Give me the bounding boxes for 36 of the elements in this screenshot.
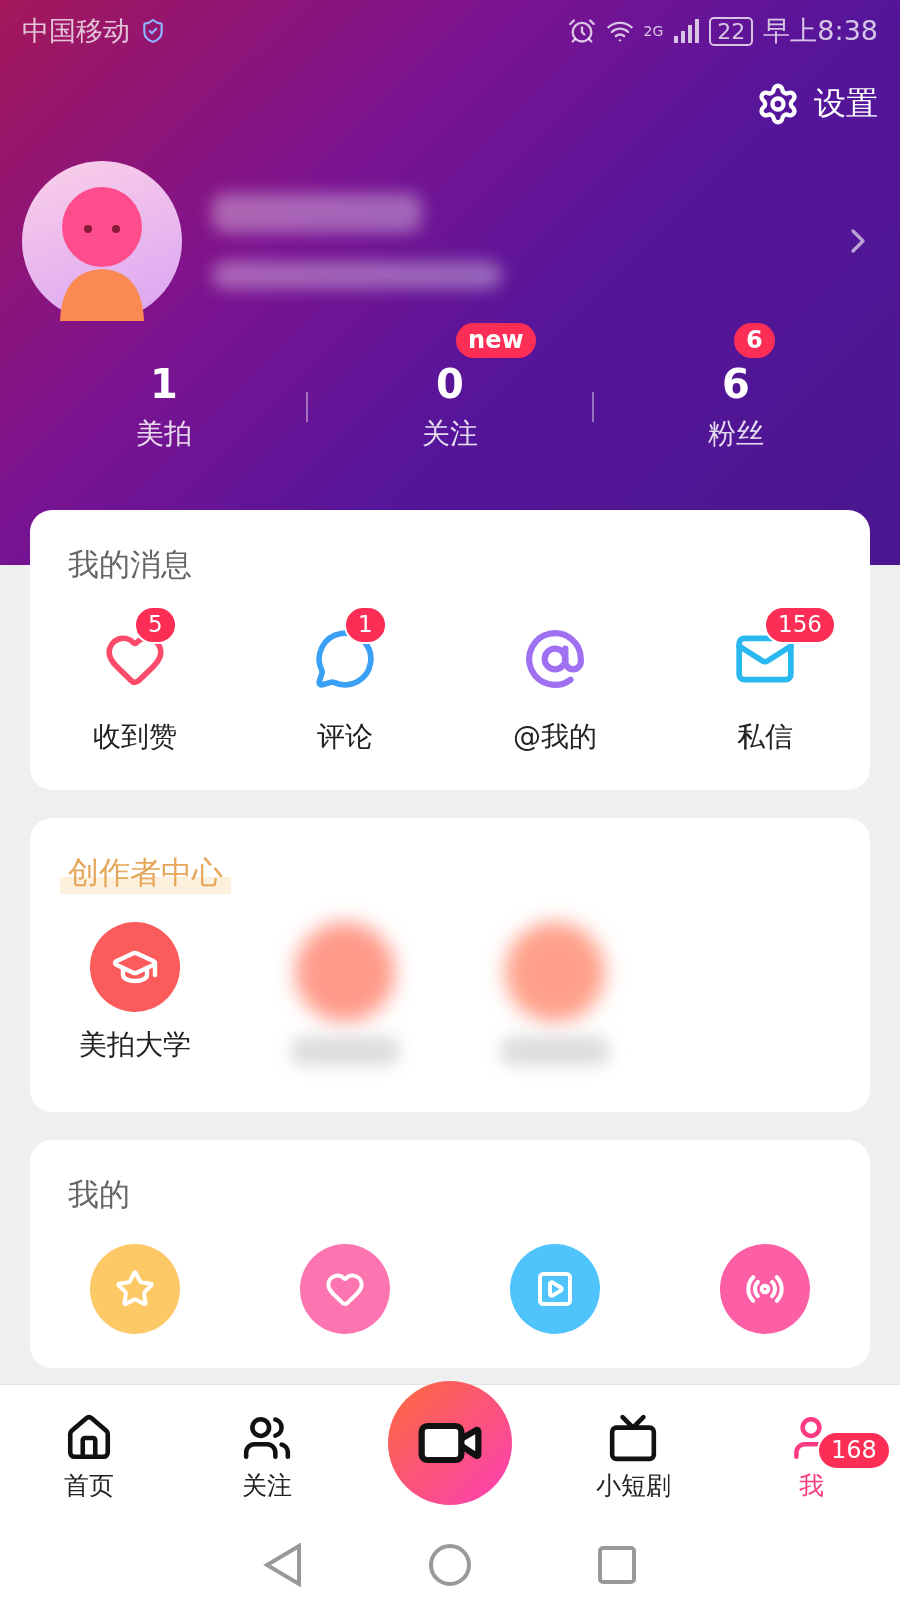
section-title: 我的 (67, 1175, 130, 1214)
stat-label[interactable]: 粉丝 (708, 415, 764, 453)
carrier-name: 中国移动 (22, 14, 130, 48)
message-item-label[interactable]: @我的 (513, 718, 597, 756)
notification-badge: 6 (734, 323, 775, 359)
stat-label[interactable]: 美拍 (136, 415, 192, 453)
back-icon[interactable] (262, 1543, 303, 1587)
tab-item[interactable]: 首页 (0, 1413, 178, 1502)
signal-icon (673, 18, 700, 44)
message-item-label[interactable]: 私信 (737, 718, 793, 756)
star-icon (115, 1269, 155, 1309)
recent-apps-icon[interactable] (597, 1545, 638, 1585)
home-circle-icon[interactable] (428, 1543, 472, 1587)
gear-icon (756, 82, 800, 126)
count-badge: 5 (134, 606, 177, 644)
notification-badge: new (456, 323, 536, 359)
at-sign-icon (524, 628, 586, 690)
count-badge: 1 (344, 606, 387, 644)
message-item-label[interactable]: 收到赞 (93, 718, 177, 756)
tab-item[interactable]: 小短剧 (544, 1413, 722, 1502)
battery-level: 22 (709, 16, 754, 46)
alarm-icon (567, 17, 596, 45)
tab-item[interactable]: 关注 (178, 1413, 356, 1502)
count-badge: 168 (817, 1431, 891, 1471)
section-title: 我的消息 (67, 545, 192, 584)
shield-icon (140, 18, 166, 44)
play-icon (535, 1269, 575, 1309)
settings-button[interactable]: 设置 (756, 82, 878, 126)
message-item-label[interactable]: 评论 (317, 718, 373, 756)
stat-count: 1 (150, 361, 178, 407)
creator-item-label[interactable]: 美拍大学 (79, 1026, 191, 1064)
tv-icon (608, 1413, 658, 1463)
clock-time: 早上8:38 (763, 14, 878, 48)
network-type: 2G (643, 23, 664, 39)
count-badge: 156 (764, 606, 836, 644)
stat-label[interactable]: 关注 (422, 415, 478, 453)
